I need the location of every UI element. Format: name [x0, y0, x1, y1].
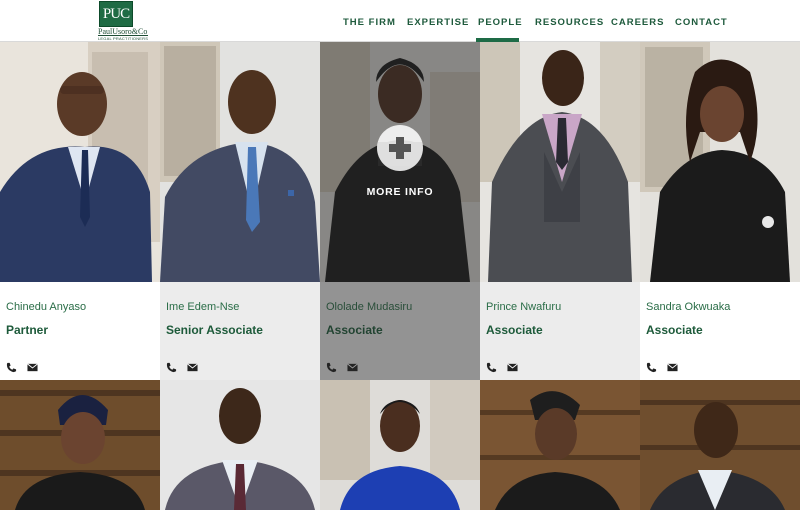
person-name[interactable]: Ime Edem-Nse — [166, 301, 239, 313]
person-name[interactable]: Sandra Okwuaka — [646, 301, 730, 313]
nav-expertise[interactable]: EXPERTISE — [407, 17, 469, 28]
person-role: Associate — [486, 323, 543, 337]
email-icon[interactable] — [507, 362, 518, 373]
logo-tagline: LEGAL PRACTITIONERS — [98, 35, 149, 41]
person-name[interactable]: Prince Nwafuru — [486, 301, 561, 313]
nav-people[interactable]: PEOPLE — [478, 17, 523, 28]
person-info: Chinedu Anyaso Partner — [0, 282, 160, 380]
person-card[interactable]: Ime Edem-Nse Senior Associate — [160, 42, 320, 380]
phone-icon[interactable] — [486, 362, 497, 373]
person-card[interactable]: Prince Nwafuru Associate — [480, 42, 640, 380]
person-photo[interactable] — [160, 380, 320, 510]
logo-monogram: PUC — [99, 1, 133, 27]
plus-icon[interactable] — [377, 125, 423, 171]
person-photo[interactable] — [640, 380, 800, 510]
person-info: Ime Edem-Nse Senior Associate — [160, 282, 320, 380]
email-icon[interactable] — [27, 362, 38, 373]
person-role: Associate — [646, 323, 703, 337]
hover-overlay[interactable]: MORE INFO — [320, 42, 480, 380]
person-photo[interactable] — [480, 380, 640, 510]
person-role: Senior Associate — [166, 323, 263, 337]
person-info: Sandra Okwuaka Associate — [640, 282, 800, 380]
person-photo[interactable] — [320, 380, 480, 510]
person-role: Partner — [6, 323, 49, 337]
person-photo[interactable] — [0, 380, 160, 510]
person-name[interactable]: Chinedu Anyaso — [6, 301, 86, 313]
person-photo — [480, 42, 640, 282]
person-card-hovered[interactable]: Ololade Mudasiru Associate MORE INFO — [320, 42, 480, 380]
phone-icon[interactable] — [166, 362, 177, 373]
person-card[interactable]: Sandra Okwuaka Associate — [640, 42, 800, 380]
nav-contact[interactable]: CONTACT — [675, 17, 728, 28]
phone-icon[interactable] — [6, 362, 17, 373]
person-info: Prince Nwafuru Associate — [480, 282, 640, 380]
nav-resources[interactable]: RESOURCES — [535, 17, 604, 28]
person-photo — [640, 42, 800, 282]
more-info-label[interactable]: MORE INFO — [320, 186, 480, 198]
nav-the-firm[interactable]: THE FIRM — [343, 17, 396, 28]
person-card[interactable]: Chinedu Anyaso Partner — [0, 42, 160, 380]
email-icon[interactable] — [667, 362, 678, 373]
phone-icon[interactable] — [646, 362, 657, 373]
person-photo — [0, 42, 160, 282]
email-icon[interactable] — [187, 362, 198, 373]
person-photo — [160, 42, 320, 282]
nav-careers[interactable]: CAREERS — [611, 17, 664, 28]
brand-logo[interactable]: PUC PaulUsoro&Co LEGAL PRACTITIONERS — [97, 0, 159, 41]
site-header: PUC PaulUsoro&Co LEGAL PRACTITIONERS THE… — [0, 0, 800, 42]
